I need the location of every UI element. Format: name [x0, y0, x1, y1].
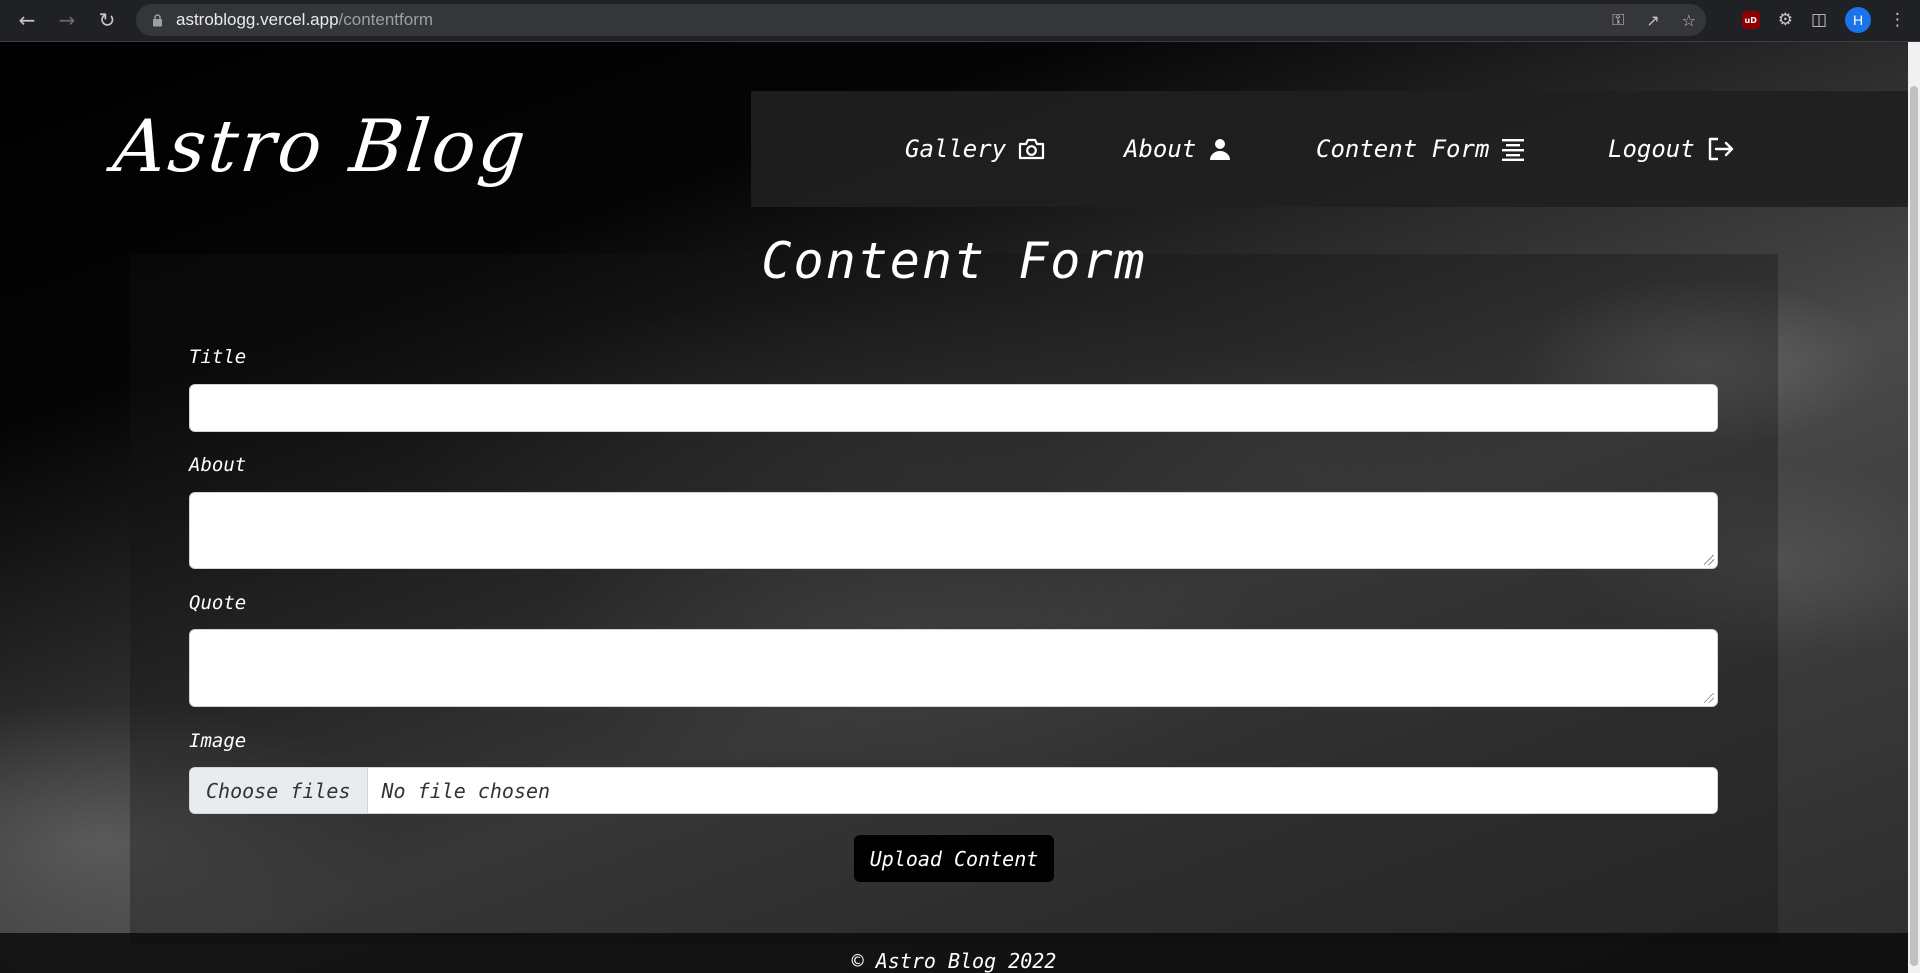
url-path: /contentform: [338, 10, 434, 29]
title-input[interactable]: [189, 384, 1718, 432]
forward-icon[interactable]: →: [47, 0, 87, 40]
back-icon[interactable]: ←: [7, 0, 47, 40]
site-logo[interactable]: Astro Blog: [110, 104, 533, 188]
nav-gallery-label: Gallery: [905, 135, 1007, 163]
image-label: Image: [189, 730, 247, 752]
choose-files-button[interactable]: Choose files: [190, 768, 368, 813]
about-textarea[interactable]: [189, 492, 1718, 569]
user-icon: [1210, 139, 1231, 160]
share-icon[interactable]: ↗: [1646, 11, 1659, 30]
lock-icon[interactable]: [150, 13, 164, 27]
resize-handle-icon[interactable]: [1704, 555, 1714, 565]
url-text: astroblogg.vercel.app/contentform: [176, 10, 433, 30]
navbar: Gallery About Content Form Logout: [751, 91, 1908, 207]
address-bar[interactable]: astroblogg.vercel.app/contentform ⚿ ↗ ☆: [136, 4, 1706, 36]
browser-toolbar: ← → ↻ astroblogg.vercel.app/contentform …: [0, 0, 1920, 42]
quote-textarea[interactable]: [189, 629, 1718, 707]
image-file-input[interactable]: Choose files No file chosen: [189, 767, 1718, 814]
title-label: Title: [189, 346, 247, 368]
url-domain: astroblogg.vercel.app: [176, 10, 339, 29]
key-icon[interactable]: ⚿: [1612, 10, 1624, 30]
nav-content-form-label: Content Form: [1316, 135, 1490, 163]
upload-content-button[interactable]: Upload Content: [854, 835, 1054, 882]
file-status-text: No file chosen: [381, 778, 551, 803]
ublock-extension-icon[interactable]: uD: [1741, 11, 1760, 29]
scrollbar-thumb[interactable]: [1910, 86, 1918, 966]
side-panel-icon[interactable]: ◫: [1811, 10, 1827, 30]
footer: © Astro Blog 2022: [0, 933, 1908, 973]
camera-icon: [1019, 138, 1045, 160]
page-scrollbar[interactable]: [1908, 42, 1920, 973]
page-title: Content Form: [761, 232, 1147, 290]
resize-handle-icon[interactable]: [1704, 693, 1714, 703]
nav-gallery[interactable]: Gallery: [905, 91, 1045, 207]
about-label: About: [189, 454, 247, 476]
align-center-icon: [1502, 139, 1525, 161]
nav-logout-label: Logout: [1608, 135, 1695, 163]
nav-about[interactable]: About: [1124, 91, 1232, 207]
reload-icon[interactable]: ↻: [87, 0, 127, 40]
profile-avatar[interactable]: H: [1845, 7, 1871, 33]
bookmark-star-icon[interactable]: ☆: [1682, 11, 1696, 30]
nav-about-label: About: [1124, 135, 1197, 163]
nav-logout[interactable]: Logout: [1608, 91, 1735, 207]
quote-label: Quote: [189, 592, 247, 614]
browser-menu-icon[interactable]: ⋮: [1889, 10, 1906, 30]
nav-content-form[interactable]: Content Form: [1316, 91, 1525, 207]
extensions-puzzle-icon[interactable]: ⚙: [1778, 10, 1793, 30]
logout-icon: [1708, 137, 1733, 161]
footer-copyright: © Astro Blog 2022: [851, 949, 1057, 973]
